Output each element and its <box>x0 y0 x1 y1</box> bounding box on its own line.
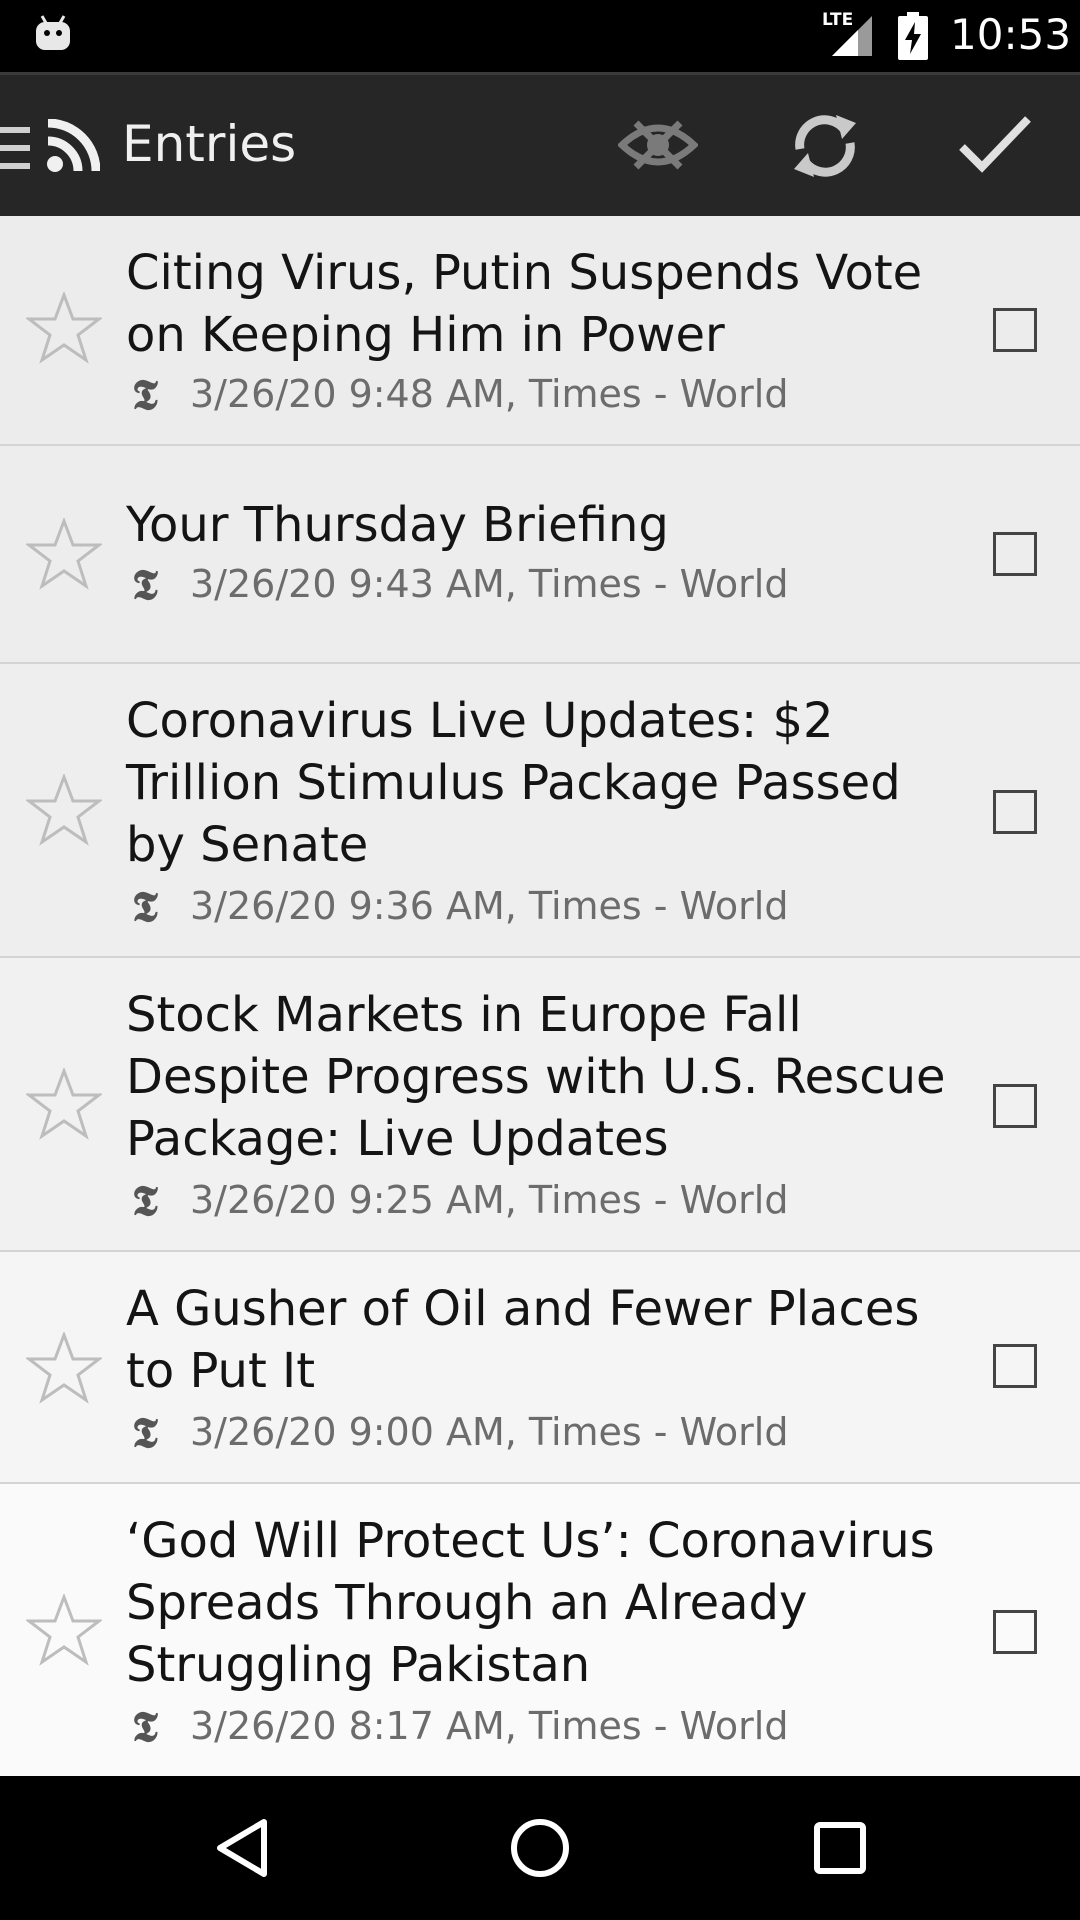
android-debug-icon <box>36 15 70 50</box>
entry-date-source: 3/26/20 9:00 AM, Times - World <box>190 1410 789 1454</box>
feed-logo-icon: 𝕿 <box>132 1176 158 1225</box>
star-icon[interactable] <box>26 1594 102 1666</box>
entry-title: Coronavirus Live Updates: $2 Trillion St… <box>126 693 901 873</box>
action-bar: Entries <box>0 72 1080 216</box>
network-type-label: LTE <box>822 10 854 30</box>
list-item[interactable]: Stock Markets in Europe Fall Despite Pro… <box>0 958 1080 1252</box>
list-item[interactable]: ‘God Will Protect Us’: Coronavirus Sprea… <box>0 1484 1080 1776</box>
star-icon[interactable] <box>26 1332 102 1404</box>
list-item[interactable]: Citing Virus, Putin Suspends Vote on Kee… <box>0 216 1080 446</box>
feed-logo-icon: 𝕿 <box>132 882 158 931</box>
star-icon[interactable] <box>26 1068 102 1140</box>
menu-icon[interactable] <box>0 125 30 171</box>
clock: 10:53 <box>950 10 1072 59</box>
star-icon[interactable] <box>26 292 102 364</box>
entry-checkbox[interactable] <box>993 790 1037 834</box>
status-bar: LTE 10:53 <box>0 0 1080 72</box>
entry-date-source: 3/26/20 9:25 AM, Times - World <box>190 1178 789 1222</box>
entry-checkbox[interactable] <box>993 1084 1037 1128</box>
recent-apps-icon[interactable] <box>814 1822 866 1874</box>
entry-meta: 𝕿 3/26/20 9:48 AM, Times - World <box>132 370 788 420</box>
star-icon[interactable] <box>26 518 102 590</box>
entry-checkbox[interactable] <box>993 1610 1037 1654</box>
entry-checkbox[interactable] <box>993 1344 1037 1388</box>
entry-title: Your Thursday Briefing <box>126 497 669 553</box>
navigation-bar <box>0 1776 1080 1920</box>
entry-title: Citing Virus, Putin Suspends Vote on Kee… <box>126 245 923 363</box>
feed-logo-icon: 𝕿 <box>132 560 158 609</box>
entry-title: Stock Markets in Europe Fall Despite Pro… <box>126 987 946 1167</box>
rss-icon[interactable] <box>46 119 100 173</box>
list-item[interactable]: Your Thursday Briefing 𝕿 3/26/20 9:43 AM,… <box>0 446 1080 664</box>
entry-date-source: 3/26/20 8:17 AM, Times - World <box>190 1704 789 1748</box>
list-item[interactable]: A Gusher of Oil and Fewer Places to Put … <box>0 1252 1080 1484</box>
feed-logo-icon: 𝕿 <box>132 1702 158 1751</box>
back-icon[interactable] <box>212 1816 272 1880</box>
entry-date-source: 3/26/20 9:36 AM, Times - World <box>190 884 789 928</box>
entry-meta: 𝕿 3/26/20 8:17 AM, Times - World <box>132 1702 788 1752</box>
mark-all-read-icon[interactable] <box>958 113 1032 175</box>
entry-title: ‘God Will Protect Us’: Coronavirus Sprea… <box>126 1513 935 1693</box>
entry-date-source: 3/26/20 9:48 AM, Times - World <box>190 372 789 416</box>
entry-list[interactable]: Citing Virus, Putin Suspends Vote on Kee… <box>0 216 1080 1776</box>
entry-checkbox[interactable] <box>993 308 1037 352</box>
page-title: Entries <box>122 115 297 173</box>
refresh-icon[interactable] <box>790 109 860 183</box>
entry-title: A Gusher of Oil and Fewer Places to Put … <box>126 1281 920 1399</box>
entry-meta: 𝕿 3/26/20 9:43 AM, Times - World <box>132 560 788 610</box>
entry-date-source: 3/26/20 9:43 AM, Times - World <box>190 562 789 606</box>
entry-meta: 𝕿 3/26/20 9:00 AM, Times - World <box>132 1408 788 1458</box>
list-item[interactable]: Coronavirus Live Updates: $2 Trillion St… <box>0 664 1080 958</box>
entry-meta: 𝕿 3/26/20 9:36 AM, Times - World <box>132 882 788 932</box>
feed-logo-icon: 𝕿 <box>132 370 158 419</box>
home-icon[interactable] <box>508 1816 572 1880</box>
feed-logo-icon: 𝕿 <box>132 1408 158 1457</box>
entry-meta: 𝕿 3/26/20 9:25 AM, Times - World <box>132 1176 788 1226</box>
star-icon[interactable] <box>26 774 102 846</box>
hide-read-icon[interactable] <box>618 115 698 175</box>
battery-charging-icon <box>898 12 928 60</box>
signal-icon: LTE <box>822 10 874 60</box>
entry-checkbox[interactable] <box>993 532 1037 576</box>
